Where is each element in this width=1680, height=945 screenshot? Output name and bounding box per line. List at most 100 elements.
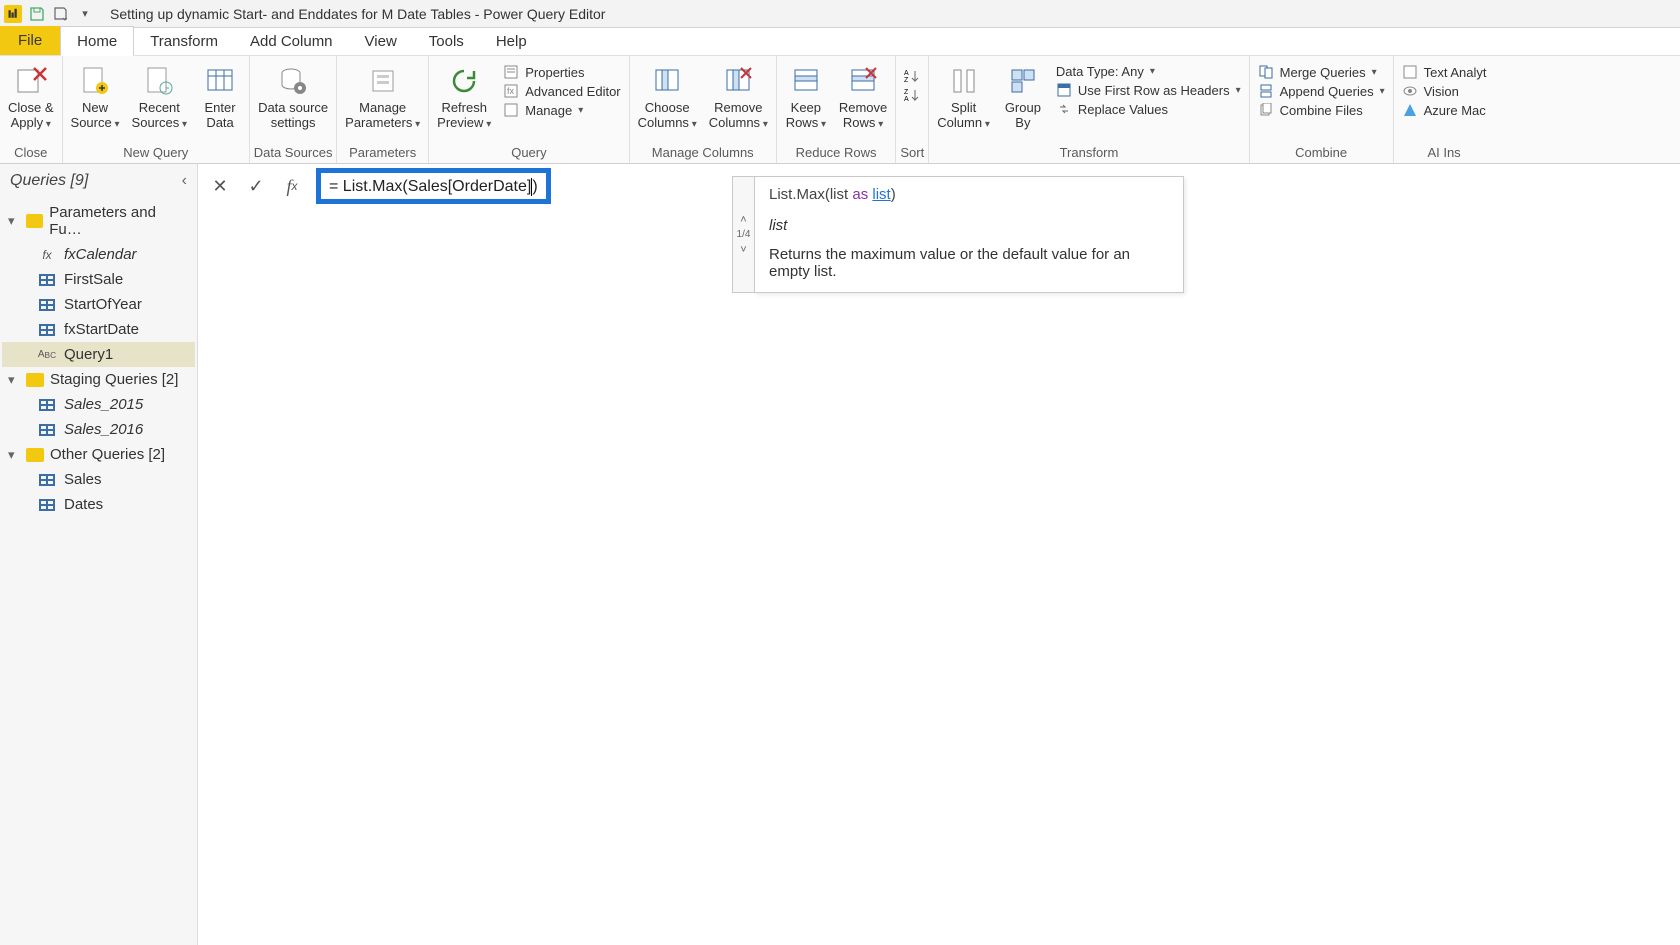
tooltip-content: List.Max(list as list) list Returns the … [754,176,1184,293]
folder-icon [26,373,44,387]
group-query: Refresh Preview Properties fxAdvanced Ed… [429,56,629,163]
query-startofyear[interactable]: StartOfYear [2,292,195,317]
group-by-label: Group By [1005,100,1041,130]
table-icon [38,323,56,337]
intellisense-tooltip: ˄ 1/4 ˅ List.Max(list as list) list Retu… [732,176,1184,293]
append-queries-button[interactable]: Append Queries [1258,83,1385,99]
combine-files-button[interactable]: Combine Files [1258,102,1385,118]
folder-staging[interactable]: ▾Staging Queries [2] [2,367,195,392]
tab-view[interactable]: View [349,27,413,55]
recent-sources-button[interactable]: Recent Sources [126,60,194,132]
group-manage-columns-label: Manage Columns [632,143,774,163]
split-column-button[interactable]: Split Column [931,60,996,132]
tab-file[interactable]: File [0,26,60,55]
manage-parameters-label: Manage Parameters [345,100,420,132]
azure-ml-button[interactable]: Azure Mac [1402,102,1487,118]
choose-columns-label: Choose Columns [638,100,697,132]
cancel-formula-button[interactable]: ✕ [208,174,232,198]
commit-formula-button[interactable]: ✓ [244,174,268,198]
choose-columns-button[interactable]: Choose Columns [632,60,703,132]
properties-button[interactable]: Properties [503,64,620,80]
text-query-icon: ABC [38,348,56,362]
text-analytics-button[interactable]: Text Analyt [1402,64,1487,80]
keep-rows-button[interactable]: Keep Rows [779,60,833,132]
azure-ml-label: Azure Mac [1424,103,1486,118]
save-icon[interactable] [28,5,46,23]
data-source-settings-button[interactable]: Data source settings [252,60,334,130]
query-fxcalendar-label: fxCalendar [64,246,137,263]
chevron-down-icon[interactable]: ˅ [740,244,746,256]
tab-add-column[interactable]: Add Column [234,27,349,55]
first-row-headers-button[interactable]: Use First Row as Headers [1056,82,1241,98]
remove-rows-button[interactable]: Remove Rows [833,60,893,132]
group-manage-columns: Choose Columns Remove Columns Manage Col… [630,56,777,163]
group-by-button[interactable]: Group By [996,60,1050,130]
title-bar: ▾ Setting up dynamic Start- and Enddates… [0,0,1680,28]
qat-more-icon[interactable]: ▾ [76,5,94,23]
sort-asc-button[interactable]: AZ [904,68,920,84]
query-firstsale[interactable]: FirstSale [2,267,195,292]
first-row-label: Use First Row as Headers [1078,83,1230,98]
enter-data-label: Enter Data [205,100,236,130]
keep-rows-icon [789,64,823,98]
collapse-pane-icon[interactable]: ‹ [182,172,187,190]
query-sales[interactable]: Sales [2,467,195,492]
close-apply-button[interactable]: Close & Apply [2,60,60,132]
query-sales2015[interactable]: Sales_2015 [2,392,195,417]
tooltip-description: Returns the maximum value or the default… [769,246,1169,280]
advanced-editor-label: Advanced Editor [525,84,620,99]
enter-data-button[interactable]: Enter Data [193,60,247,130]
data-type-button[interactable]: Data Type: Any [1056,64,1241,79]
advanced-editor-button[interactable]: fxAdvanced Editor [503,83,620,99]
manage-parameters-button[interactable]: Manage Parameters [339,60,426,132]
queries-pane: Queries [9] ‹ ▾Parameters and Fu… fxfxCa… [0,164,198,945]
query-sales2016[interactable]: Sales_2016 [2,417,195,442]
svg-text:Z: Z [904,89,909,96]
formula-input[interactable]: = List.Max(Sales[OrderDate]) [329,176,538,196]
manage-button[interactable]: Manage [503,102,620,118]
tooltip-current-param: list [769,217,1169,234]
formula-input-highlight: = List.Max(Sales[OrderDate]) [316,168,551,204]
query-dates-label: Dates [64,496,103,513]
sort-desc-icon: ZA [904,87,920,103]
tab-help[interactable]: Help [480,27,543,55]
folder-other[interactable]: ▾Other Queries [2] [2,442,195,467]
folder-other-label: Other Queries [2] [50,446,165,463]
new-source-button[interactable]: New Source [65,60,126,132]
tab-home[interactable]: Home [60,26,134,56]
merge-label: Merge Queries [1280,65,1366,80]
save-dropdown-icon[interactable] [52,5,70,23]
query-query1-label: Query1 [64,346,113,363]
group-transform: Split Column Group By Data Type: Any Use… [929,56,1249,163]
refresh-preview-label: Refresh Preview [437,100,491,132]
remove-rows-icon [846,64,880,98]
tab-tools[interactable]: Tools [413,27,480,55]
query-fxstartdate-label: fxStartDate [64,321,139,338]
query-fxcalendar[interactable]: fxfxCalendar [2,242,195,267]
replace-values-button[interactable]: Replace Values [1056,101,1241,117]
combine-files-icon [1258,102,1274,118]
app-icon [4,5,22,23]
folder-parameters[interactable]: ▾Parameters and Fu… [2,200,195,242]
manage-label: Manage [525,103,572,118]
query-fxstartdate[interactable]: fxStartDate [2,317,195,342]
tooltip-overload-nav[interactable]: ˄ 1/4 ˅ [732,176,754,293]
tab-transform[interactable]: Transform [134,27,234,55]
overload-counter: 1/4 [737,230,751,240]
refresh-preview-button[interactable]: Refresh Preview [431,60,497,132]
chevron-up-icon[interactable]: ˄ [740,214,746,226]
query-sales-label: Sales [64,471,102,488]
tooltip-list-link[interactable]: list [872,186,890,203]
group-sort: AZ ZA Sort [896,56,929,163]
manage-parameters-icon [366,64,400,98]
sort-desc-button[interactable]: ZA [904,87,920,103]
table-icon [38,473,56,487]
group-data-sources-label: Data Sources [252,143,334,163]
query-query1[interactable]: ABC Query1 [2,342,195,367]
vision-button[interactable]: Vision [1402,83,1487,99]
group-close-label: Close [2,143,60,163]
query-dates[interactable]: Dates [2,492,195,517]
merge-queries-button[interactable]: Merge Queries [1258,64,1385,80]
remove-columns-button[interactable]: Remove Columns [703,60,774,132]
close-apply-icon [14,64,48,98]
